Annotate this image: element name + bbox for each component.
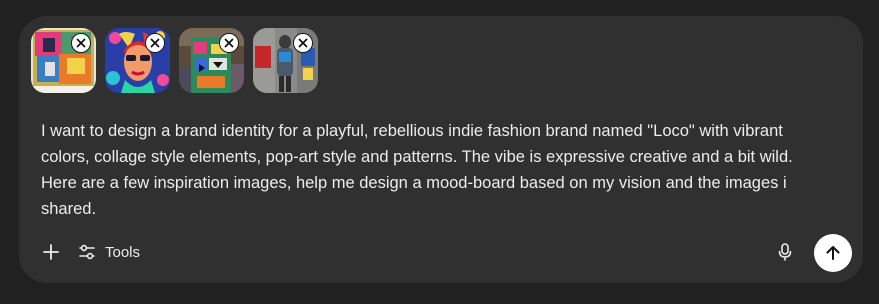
remove-attachment-button[interactable]	[71, 33, 91, 53]
attachment-thumbnail-3[interactable]	[179, 28, 244, 93]
attachment-thumbnail-2[interactable]	[105, 28, 170, 93]
prompt-input[interactable]: I want to design a brand identity for a …	[41, 118, 831, 222]
attachment-thumbnail-1[interactable]	[31, 28, 96, 93]
attachment-strip	[31, 28, 318, 93]
close-icon	[150, 38, 160, 48]
add-attachment-button[interactable]	[35, 236, 67, 268]
composer-toolbar: Tools	[19, 234, 863, 272]
sliders-icon	[79, 244, 95, 260]
microphone-icon	[778, 243, 792, 261]
plus-icon	[43, 244, 59, 260]
dictate-button[interactable]	[769, 236, 801, 268]
attachment-thumbnail-4[interactable]	[253, 28, 318, 93]
tools-label: Tools	[105, 243, 141, 261]
tools-button[interactable]: Tools	[77, 236, 140, 268]
chat-composer: I want to design a brand identity for a …	[19, 16, 863, 283]
close-icon	[298, 38, 308, 48]
close-icon	[224, 38, 234, 48]
remove-attachment-button[interactable]	[145, 33, 165, 53]
remove-attachment-button[interactable]	[293, 33, 313, 53]
send-button[interactable]	[814, 234, 852, 272]
remove-attachment-button[interactable]	[219, 33, 239, 53]
close-icon	[76, 38, 86, 48]
arrow-up-icon	[826, 246, 840, 260]
